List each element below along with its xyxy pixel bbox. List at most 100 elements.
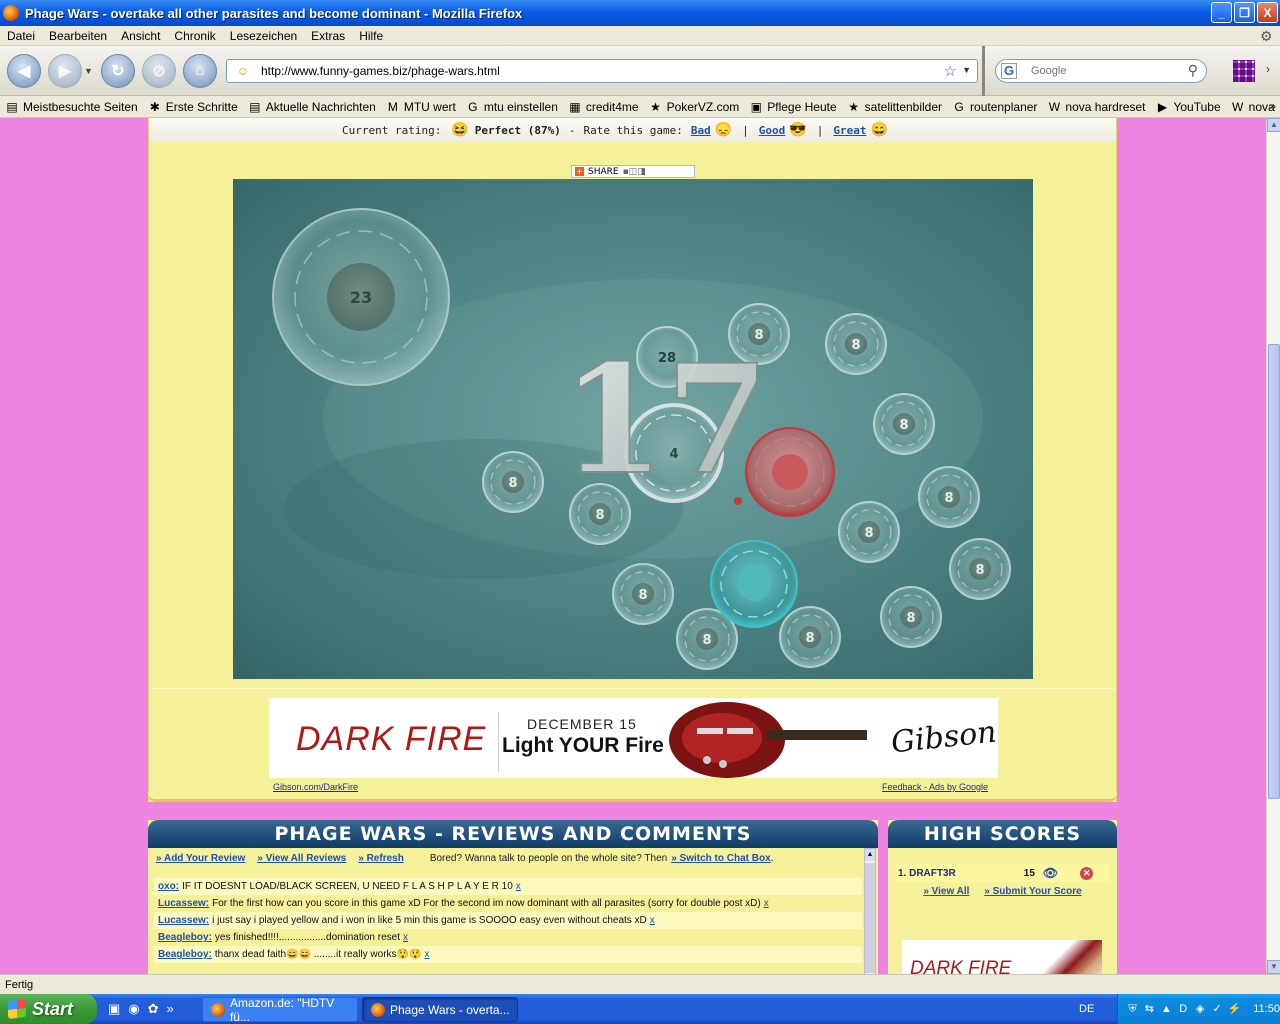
reload-button[interactable]: ↻	[101, 53, 135, 88]
menu-chronik[interactable]: Chronik	[167, 29, 222, 43]
cell-neutral[interactable]: 8	[482, 451, 544, 513]
bookmark-item[interactable]: M MTU wert	[381, 100, 461, 114]
cell-neutral[interactable]: 8	[779, 606, 841, 668]
bookmark-item[interactable]: ▤ Meistbesuchte Seiten	[0, 100, 143, 114]
rate-bad-link[interactable]: Bad	[691, 124, 711, 137]
cell-neutral[interactable]: 8	[880, 586, 942, 648]
view-score-eye-icon[interactable]: 👁	[1043, 866, 1058, 880]
review-delete-link[interactable]: x	[650, 915, 655, 926]
cell-neutral[interactable]: 8	[949, 538, 1011, 600]
ad-url-link[interactable]: Gibson.com/DarkFire	[273, 782, 358, 792]
cell-neutral[interactable]: 8	[825, 313, 887, 375]
minimize-button[interactable]: _	[1211, 2, 1232, 23]
score-row[interactable]: 1. DRAFT3R 15 👁 ✕	[896, 864, 1109, 882]
close-button[interactable]: X	[1257, 2, 1278, 23]
search-input[interactable]	[1031, 65, 1181, 77]
taskbar-item-amazon[interactable]: Amazon.de: "HDTV fü...	[202, 996, 358, 1024]
url-dropdown-icon[interactable]: ▼	[962, 65, 971, 75]
menu-lesezeichen[interactable]: Lesezeichen	[223, 29, 304, 43]
bookmark-item[interactable]: Gmtu einstellen	[461, 100, 563, 114]
search-icon[interactable]: ⚲	[1188, 62, 1198, 79]
game-field-svg[interactable]: 23 88888888888 8 28 4 17	[233, 179, 1033, 679]
review-user-link[interactable]: Beagleboy:	[158, 949, 212, 960]
restore-button[interactable]: ❐	[1234, 2, 1255, 23]
reviews-scroll-thumb[interactable]	[865, 863, 875, 973]
cell-neutral[interactable]: 8	[873, 393, 935, 455]
review-user-link[interactable]: oxo:	[158, 881, 179, 892]
cell-neutral[interactable]: 8	[838, 501, 900, 563]
reviews-scrollbar[interactable]: ▲	[864, 848, 876, 974]
bookmark-item[interactable]: ▦ credit4me	[563, 100, 644, 114]
bookmark-item[interactable]: ✱ Erste Schritte	[143, 100, 243, 114]
review-delete-link[interactable]: x	[764, 898, 769, 909]
google-engine-icon[interactable]: G	[1001, 63, 1017, 79]
page-scroll-thumb[interactable]	[1268, 344, 1280, 799]
view-all-scores-link[interactable]: » View All	[923, 886, 969, 897]
bookmark-star-icon[interactable]: ☆	[944, 62, 957, 80]
review-delete-link[interactable]: x	[424, 949, 429, 960]
messenger-icon[interactable]: ✿	[148, 1001, 159, 1017]
scroll-down-arrow-icon[interactable]: ▼	[1267, 960, 1280, 974]
show-desktop-icon[interactable]: ▣	[108, 1001, 120, 1017]
forward-button[interactable]: ▶	[48, 53, 82, 88]
share-button[interactable]: + SHARE ▪◫◨	[571, 165, 695, 178]
submit-score-link[interactable]: » Submit Your Score	[984, 886, 1081, 897]
start-button[interactable]: Start	[0, 994, 97, 1024]
review-delete-link[interactable]: x	[403, 932, 408, 943]
cell-neutral[interactable]: 8	[612, 563, 674, 625]
update-icon[interactable]: ◈	[1194, 1002, 1207, 1016]
review-delete-link[interactable]: x	[516, 881, 521, 892]
addon-grid-icon[interactable]	[1233, 60, 1255, 82]
refresh-reviews-link[interactable]: » Refresh	[358, 853, 404, 864]
rate-great-link[interactable]: Great	[833, 124, 866, 137]
bookmark-item[interactable]: ★ satelittenbilder	[842, 100, 947, 114]
menu-ansicht[interactable]: Ansicht	[114, 29, 167, 43]
game-canvas[interactable]: 23 888888888888 28 4 17	[233, 179, 1033, 679]
cell-neutral-large[interactable]: 23	[272, 208, 450, 386]
side-ad-banner[interactable]: DARK FIRE	[902, 940, 1102, 974]
remove-score-icon[interactable]: ✕	[1080, 866, 1094, 880]
antivirus-icon[interactable]: ✓	[1211, 1002, 1224, 1016]
network-icon[interactable]: ⇆	[1143, 1002, 1156, 1016]
bookmark-item[interactable]: ▶ YouTube	[1150, 100, 1225, 114]
review-user-link[interactable]: Lucassew:	[158, 915, 209, 926]
review-user-link[interactable]: Beagleboy:	[158, 932, 212, 943]
rate-good-link[interactable]: Good	[759, 124, 786, 137]
bookmarks-overflow-chevron-icon[interactable]: »	[1269, 99, 1276, 113]
scroll-up-icon[interactable]: ▲	[865, 849, 875, 861]
ati-icon[interactable]: ▲	[1160, 1002, 1173, 1016]
drive-icon[interactable]: D	[1177, 1002, 1190, 1016]
view-all-reviews-link[interactable]: » View All Reviews	[257, 853, 346, 864]
stop-button[interactable]: ⊘	[142, 53, 176, 88]
home-button[interactable]: ⌂	[183, 53, 217, 88]
add-review-link[interactable]: » Add Your Review	[156, 853, 245, 864]
search-bar[interactable]: G ⚲	[995, 59, 1207, 83]
review-user-link[interactable]: Lucassew:	[158, 898, 209, 909]
bookmark-item[interactable]: ▣ Pflege Heute	[744, 100, 841, 114]
bookmark-item[interactable]: ★ PokerVZ.com	[644, 100, 745, 114]
scroll-up-arrow-icon[interactable]: ▲	[1267, 118, 1280, 132]
history-dropdown-icon[interactable]: ▼	[84, 66, 94, 76]
bookmark-item[interactable]: Groutenplaner	[947, 100, 1042, 114]
menu-extras[interactable]: Extras	[304, 29, 352, 43]
taskbar-item-phage-wars[interactable]: Phage Wars - overta...	[362, 997, 518, 1022]
security-shield-icon[interactable]: ⛨	[1126, 1002, 1139, 1016]
url-text[interactable]: http://www.funny-games.biz/phage-wars.ht…	[261, 64, 500, 78]
switch-to-chat-link[interactable]: » Switch to Chat Box	[671, 853, 770, 864]
safely-remove-icon[interactable]: ⚡	[1228, 1002, 1242, 1016]
language-indicator[interactable]: DE	[1079, 1003, 1094, 1015]
ad-banner[interactable]: DARK FIRE DECEMBER 15 Light YOUR Fire Gi…	[269, 698, 998, 778]
menu-datei[interactable]: Datei	[0, 29, 42, 43]
cell-neutral[interactable]: 8	[918, 466, 980, 528]
url-bar[interactable]: ☺ http://www.funny-games.biz/phage-wars.…	[226, 59, 978, 83]
menu-hilfe[interactable]: Hilfe	[352, 29, 390, 43]
quicklaunch-expand-icon[interactable]: »	[167, 1001, 174, 1017]
back-button[interactable]: ◀	[7, 53, 41, 88]
ad-feedback-link[interactable]: Feedback - Ads by Google	[882, 782, 988, 792]
menu-bearbeiten[interactable]: Bearbeiten	[42, 29, 114, 43]
bookmark-item[interactable]: Wnova hardreset	[1042, 100, 1150, 114]
page-scrollbar[interactable]: ▲ ▼	[1266, 118, 1280, 974]
bookmark-item[interactable]: ▤ Aktuelle Nachrichten	[243, 100, 381, 114]
cell-enemy-cyan[interactable]	[710, 540, 798, 628]
firefox-quicklaunch-icon[interactable]: ◉	[128, 1001, 139, 1017]
